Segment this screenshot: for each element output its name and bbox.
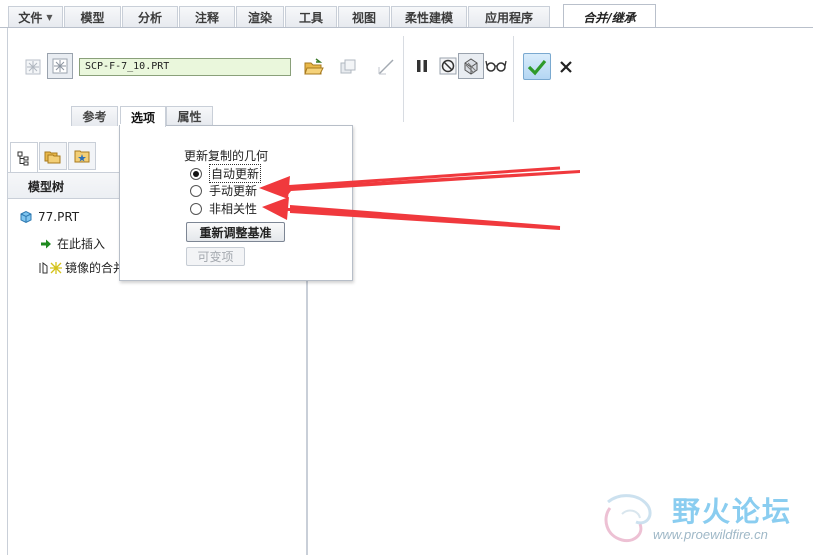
ribbon-separator [513,36,514,122]
folder-browser-tab[interactable] [39,142,67,170]
variable-items-button[interactable]: 可变项 [186,247,245,266]
merge-feature-icon [39,261,62,274]
model-tree-tab[interactable] [10,142,38,172]
tab-tools[interactable]: 工具 [285,6,337,27]
radio-auto-update-label: 自动更新 [209,164,262,183]
glasses-preview-icon[interactable] [483,53,509,79]
tree-item-label: 镜像的合并 [65,261,126,275]
update-geometry-title: 更新复制的几何 [184,149,269,163]
radio-button[interactable] [190,202,202,215]
radio-non-dependent-label: 非相关性 [209,202,258,216]
add-skeleton-icon[interactable] [47,53,73,79]
favorites-icon [74,150,90,163]
radio-manual-update[interactable]: 手动更新 [190,182,257,199]
tree-item-mirror-merge[interactable]: 镜像的合并 [38,259,125,276]
tab-annotate[interactable]: 注释 [179,6,235,27]
subtab-options-label: 选项 [130,110,155,125]
radio-non-dependent[interactable]: 非相关性 [190,200,257,217]
tab-file[interactable]: 文件 ▼ [8,6,63,27]
tab-analysis[interactable]: 分析 [122,6,178,27]
tab-analysis-label: 分析 [137,10,162,25]
reference-model-field[interactable]: SCP-F-7_10.PRT [79,58,291,76]
radio-button[interactable] [190,184,202,197]
tab-render[interactable]: 渲染 [236,6,284,27]
radio-button-selected[interactable] [190,167,202,180]
watermark-text: 野火论坛 [672,495,793,528]
sketch-slash-icon[interactable] [373,54,399,80]
add-part-icon[interactable] [20,54,46,80]
checkmark-icon [527,59,547,75]
radio-auto-update[interactable]: 自动更新 [190,164,262,183]
tree-item-insert-here[interactable]: 在此插入 [40,235,105,252]
tab-merge-inheritance[interactable]: 合并/继承 [563,4,656,29]
radio-manual-update-label: 手动更新 [209,184,258,198]
tab-render-label: 渲染 [247,10,272,25]
geometry-preview-icon[interactable] [458,53,484,79]
subtab-properties-label: 属性 [177,110,202,124]
tab-model[interactable]: 模型 [64,6,121,27]
model-tree-icon [17,151,29,165]
chevron-down-icon: ▼ [46,12,53,22]
subtab-properties[interactable]: 属性 [166,106,213,126]
tab-file-label: 文件 [18,10,43,25]
tab-view[interactable]: 视图 [338,6,390,27]
tab-flexible-modeling[interactable]: 柔性建模 [391,6,467,27]
tree-item-label: 在此插入 [57,237,106,251]
tab-applications-label: 应用程序 [484,10,533,25]
cancel-x-button[interactable] [553,54,579,80]
apply-checkmark-button[interactable] [523,53,551,80]
pause-icon[interactable] [409,53,435,79]
subtab-references[interactable]: 参考 [71,106,118,126]
tree-item-label: 77.PRT [38,210,80,224]
favorites-tab[interactable] [68,142,96,170]
ribbon-separator [403,36,404,122]
tab-flexible-modeling-label: 柔性建模 [404,10,453,25]
tab-merge-inheritance-label: 合并/继承 [583,10,636,25]
tab-view-label: 视图 [351,10,376,25]
tab-applications[interactable]: 应用程序 [468,6,550,27]
tab-annotate-label: 注释 [194,10,219,25]
copy-geometry-icon[interactable] [335,54,361,80]
options-panel-join [120,124,165,127]
folder-browser-icon [44,151,61,164]
close-icon [560,61,572,73]
tab-model-label: 模型 [80,10,105,25]
ribbon-edge [7,28,8,126]
watermark-url: www.proewildfire.cn [653,527,768,542]
tab-tools-label: 工具 [298,10,323,25]
subtab-references-label: 参考 [82,110,107,124]
tree-item-root-part[interactable]: 77.PRT [19,210,79,224]
realign-datums-button[interactable]: 重新调整基准 [186,222,285,242]
insert-here-arrow-icon [41,239,51,248]
open-folder-icon[interactable] [301,54,327,80]
part-icon [20,210,32,224]
ribbon-tab-bar: 文件 ▼ 模型 分析 注释 渲染 工具 视图 柔性建模 应用程序 合并/继承 [0,0,813,29]
